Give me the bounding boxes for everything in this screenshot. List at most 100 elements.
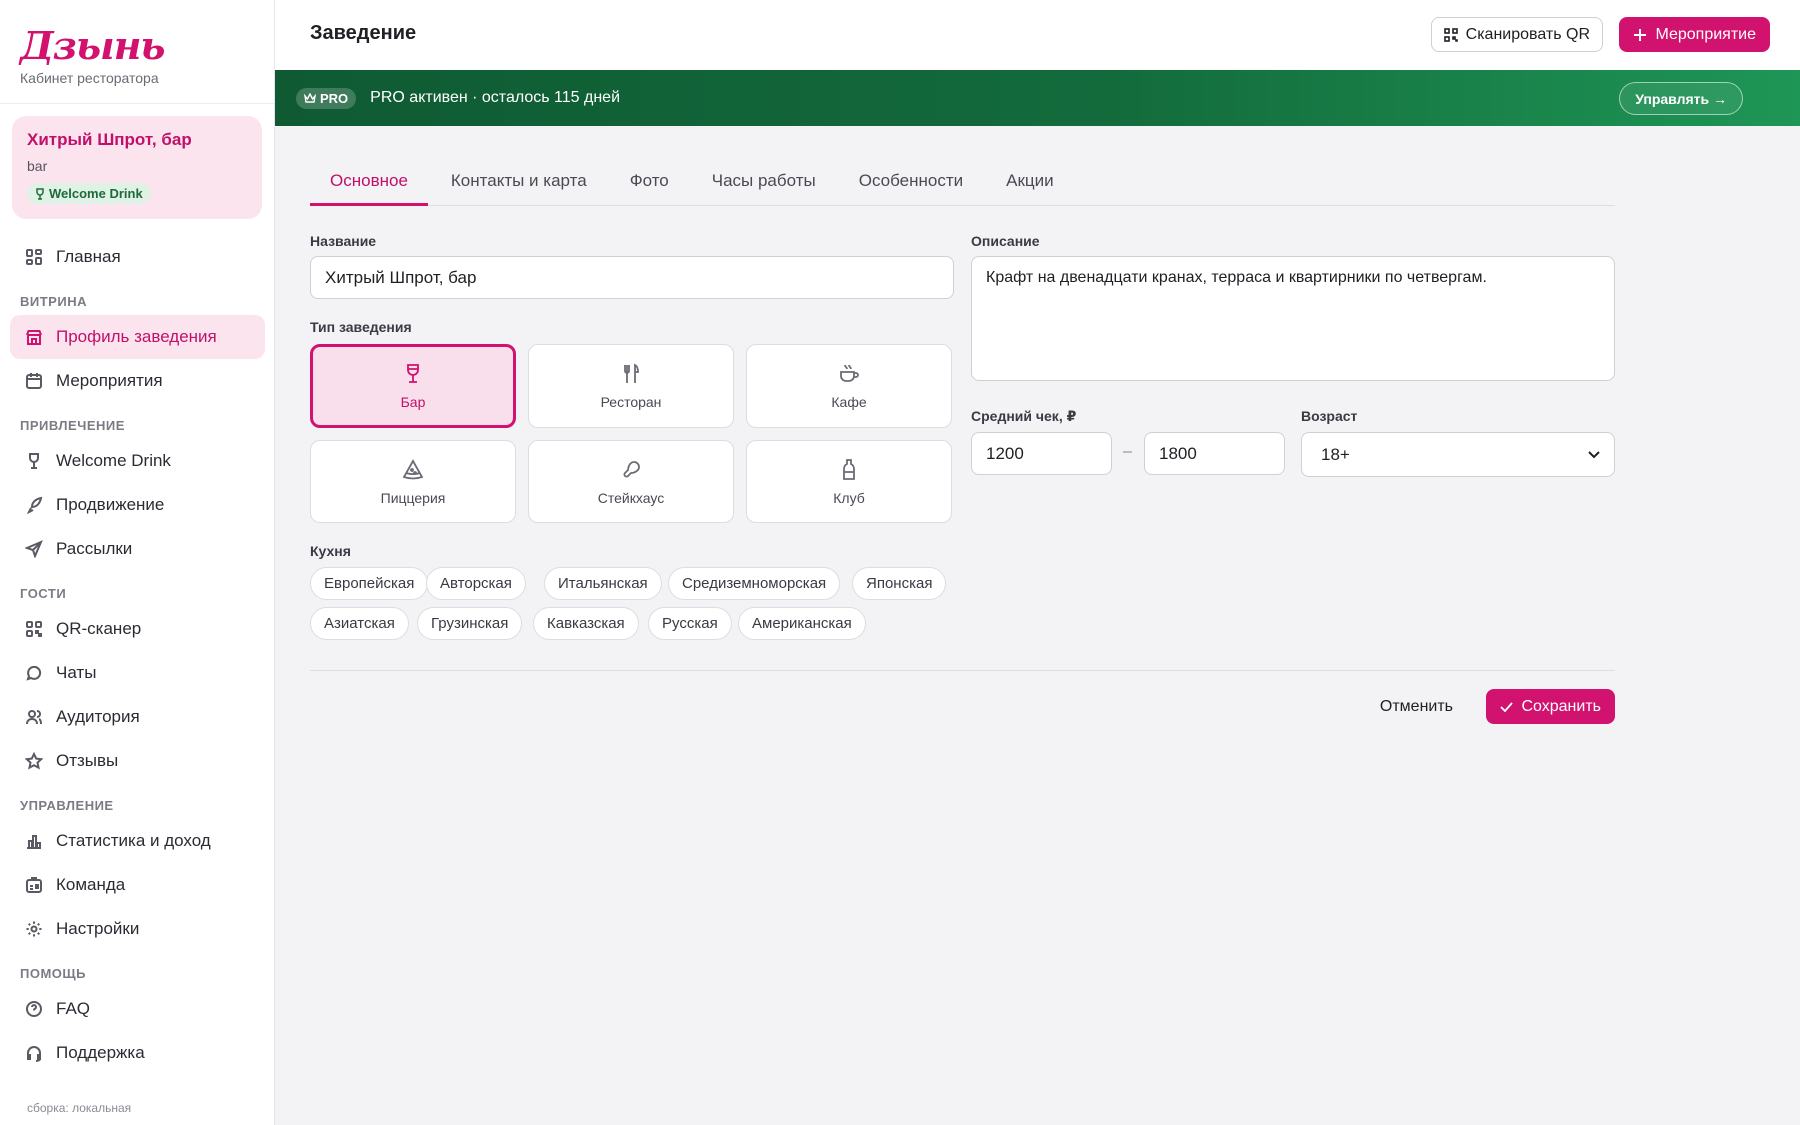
plus-icon [1634, 28, 1647, 41]
tab-hours[interactable]: Часы работы [692, 156, 836, 206]
add-event-button[interactable]: Мероприятие [1619, 17, 1770, 52]
welcome-drink-badge-label: Welcome Drink [49, 186, 143, 201]
chevron-down-icon [1588, 450, 1600, 458]
range-separator: – [1123, 443, 1132, 460]
type-card-bar[interactable]: Бар [310, 344, 516, 428]
sidebar-item-label: Мероприятия [56, 371, 163, 390]
pro-banner: PRO PRO активен · осталось 115 дней Упра… [275, 70, 1800, 126]
cuisine-chip[interactable]: Американская [738, 607, 866, 640]
chat-icon [26, 665, 42, 681]
section-showcase: ВИТРИНА [20, 294, 87, 309]
page-title: Заведение [310, 22, 417, 44]
type-card-pizzeria[interactable]: Пиццерия [310, 440, 516, 523]
sidebar-item-label: Команда [56, 875, 126, 894]
tab-contacts[interactable]: Контакты и карта [431, 156, 607, 206]
build-info: сборка: локальная [27, 1101, 132, 1115]
sidebar-item-faq[interactable]: FAQ [10, 987, 265, 1031]
venue-type: bar [27, 158, 48, 174]
avg-check-to-input[interactable]: 1800 [1144, 432, 1285, 475]
brand-logo[interactable]: Дзынь [20, 26, 254, 66]
cuisine-label: Кухня [310, 543, 351, 559]
rocket-icon [26, 496, 43, 514]
sidebar-item-label: Статистика и доход [56, 831, 211, 850]
type-card-restaurant[interactable]: Ресторан [528, 344, 734, 428]
sidebar-item-promo[interactable]: Продвижение [10, 483, 265, 527]
manage-pro-button[interactable]: Управлять → [1619, 82, 1743, 115]
sidebar-item-events[interactable]: Мероприятия [10, 359, 265, 403]
sidebar-item-label: Welcome Drink [56, 451, 171, 470]
venue-card[interactable]: Хитрый Шпрот, бар bar Welcome Drink [12, 116, 262, 219]
tab-features[interactable]: Особенности [839, 156, 983, 206]
sidebar-item-label: Главная [56, 247, 121, 266]
sidebar-item-welcome-drink[interactable]: Welcome Drink [10, 439, 265, 483]
sidebar-item-chats[interactable]: Чаты [10, 651, 265, 695]
type-card-cafe[interactable]: Кафе [746, 344, 952, 428]
cuisine-chip[interactable]: Авторская [426, 567, 526, 600]
cuisine-chip[interactable]: Итальянская [544, 567, 662, 600]
cuisine-chip[interactable]: Азиатская [310, 607, 409, 640]
type-card-label: Клуб [833, 489, 865, 506]
cuisine-chip[interactable]: Грузинская [417, 607, 523, 640]
tab-basic[interactable]: Основное [310, 156, 428, 206]
tab-photo[interactable]: Фото [610, 156, 689, 206]
pro-status-text: PRO активен · осталось 115 дней [370, 89, 621, 106]
avg-check-from-input[interactable]: 1200 [971, 432, 1112, 475]
age-select-value: 18+ [1321, 444, 1350, 464]
section-help: ПОМОЩЬ [20, 966, 86, 981]
star-icon [25, 752, 43, 770]
sidebar-item-home[interactable]: Главная [10, 235, 265, 279]
cuisine-chip[interactable]: Русская [648, 607, 732, 640]
section-attraction: ПРИВЛЕЧЕНИЕ [20, 418, 125, 433]
sidebar-item-team[interactable]: Команда [10, 863, 265, 907]
top-header: Заведение Сканировать QR Мероприятие [275, 0, 1800, 70]
sidebar-item-audience[interactable]: Аудитория [10, 695, 265, 739]
sidebar-item-stats[interactable]: Статистика и доход [10, 819, 265, 863]
cuisine-chip[interactable]: Кавказская [533, 607, 639, 640]
cuisine-chip[interactable]: Средиземноморская [668, 567, 841, 600]
sidebar-item-support[interactable]: Поддержка [10, 1031, 265, 1075]
help-circle-icon [26, 1001, 42, 1017]
qr-icon [26, 621, 42, 637]
type-card-steakhouse[interactable]: Стейкхаус [528, 440, 734, 523]
cancel-button[interactable]: Отменить [1368, 689, 1465, 724]
save-button[interactable]: Сохранить [1486, 689, 1615, 724]
sidebar-item-reviews[interactable]: Отзывы [10, 739, 265, 783]
sidebar-item-profile[interactable]: Профиль заведения [10, 315, 265, 359]
pro-badge: PRO [296, 87, 357, 109]
description-label: Описание [971, 233, 1040, 249]
send-icon [25, 540, 43, 558]
type-label: Тип заведения [310, 319, 412, 335]
scan-qr-label: Сканировать QR [1465, 25, 1590, 43]
age-select[interactable]: 18+ [1301, 432, 1615, 477]
tab-promotions[interactable]: Акции [986, 156, 1074, 206]
profile-tabs: Основное Контакты и карта Фото Часы рабо… [310, 156, 1615, 206]
sidebar-item-label: Аудитория [56, 707, 140, 726]
sidebar-item-label: Рассылки [56, 539, 133, 558]
sidebar-item-label: Чаты [56, 663, 97, 682]
headset-icon [27, 1046, 41, 1062]
form-divider [310, 670, 1615, 671]
venue-name: Хитрый Шпрот, бар [27, 130, 192, 149]
name-input[interactable]: Хитрый Шпрот, бар [310, 256, 954, 299]
sidebar-item-label: QR-сканер [56, 619, 142, 638]
sidebar-item-qr[interactable]: QR-сканер [10, 607, 265, 651]
scan-qr-button[interactable]: Сканировать QR [1430, 17, 1603, 52]
users-icon [26, 710, 42, 725]
welcome-drink-badge: Welcome Drink [27, 183, 151, 204]
id-card-icon [26, 877, 42, 893]
pro-badge-label: PRO [320, 90, 349, 106]
sidebar-item-settings[interactable]: Настройки [10, 907, 265, 951]
sidebar-item-mailing[interactable]: Рассылки [10, 527, 265, 571]
description-textarea[interactable]: Крафт на двенадцати кранах, терраса и кв… [971, 256, 1615, 381]
cuisine-chip[interactable]: Европейская [310, 567, 429, 600]
sidebar-item-label: FAQ [56, 999, 91, 1018]
brand: Дзынь Кабинет ресторатора [0, 0, 274, 104]
glass-icon [29, 453, 39, 469]
sidebar-item-label: Поддержка [56, 1043, 145, 1062]
fork-knife-icon [624, 363, 639, 383]
crown-icon [304, 93, 316, 103]
cuisine-chip[interactable]: Японская [852, 567, 947, 600]
name-label: Название [310, 233, 377, 249]
type-card-label: Пиццерия [380, 489, 446, 506]
type-card-club[interactable]: Клуб [746, 440, 952, 523]
